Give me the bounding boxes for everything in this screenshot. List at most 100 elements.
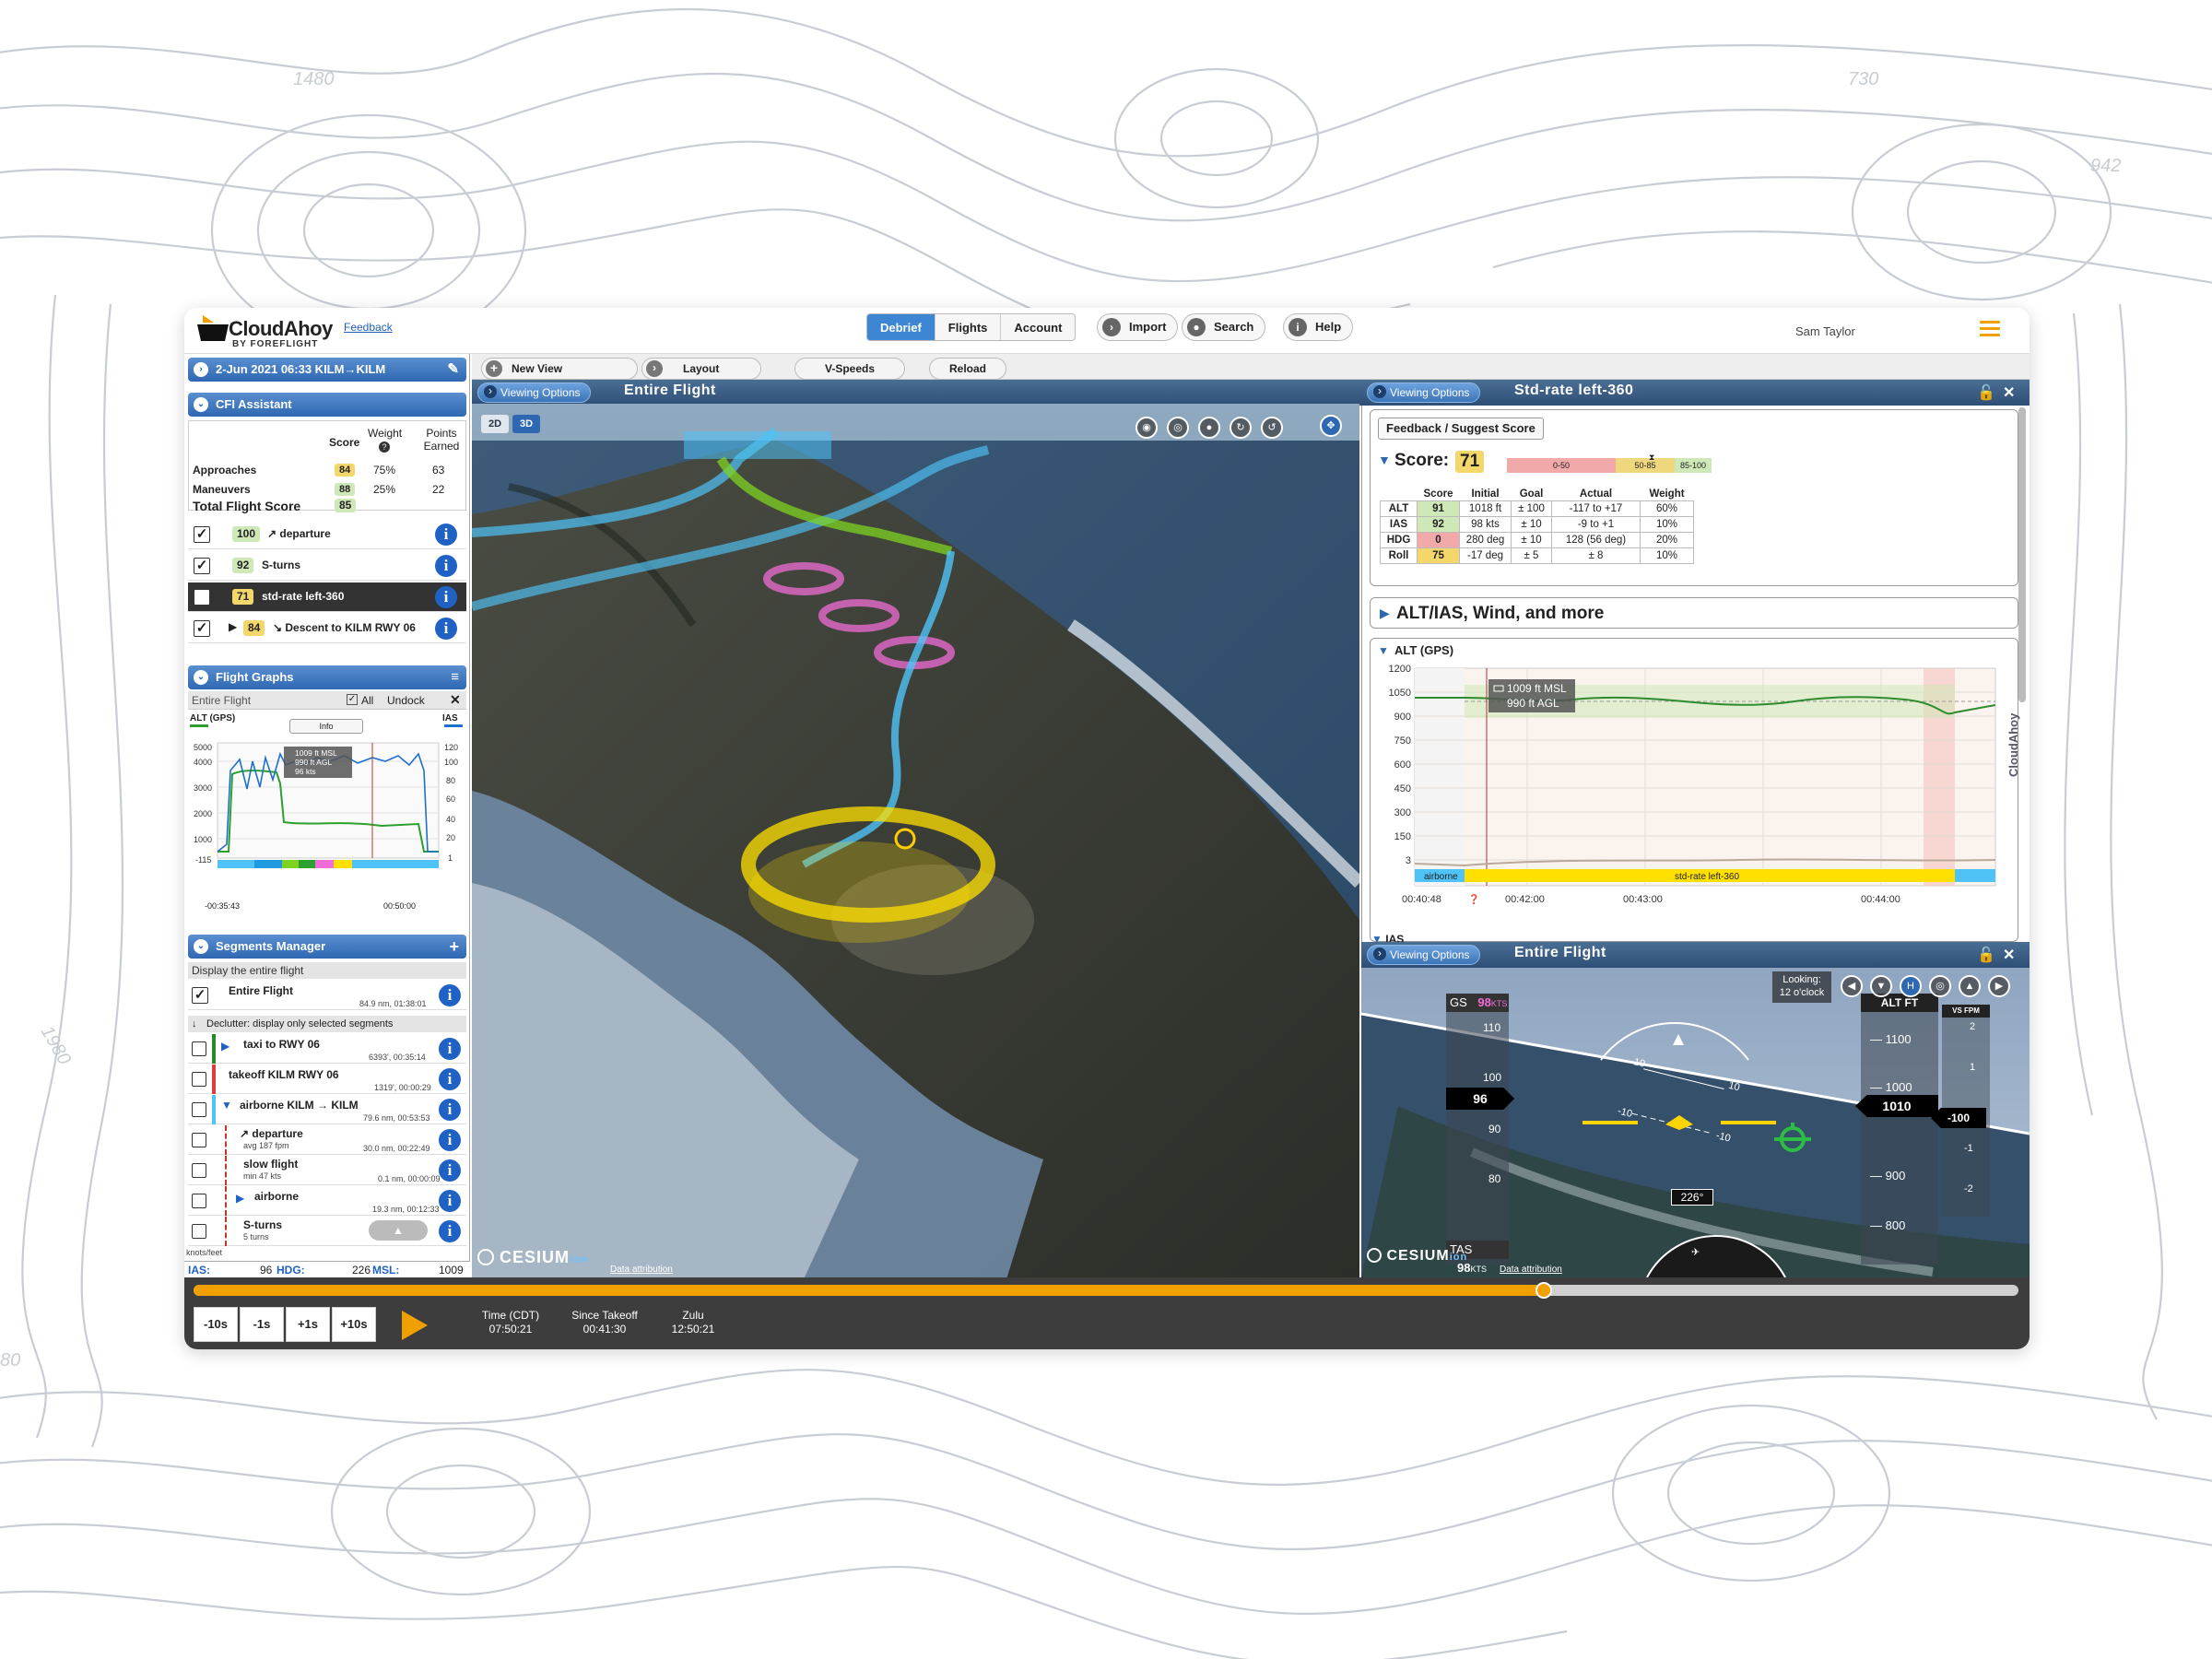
pfd-view[interactable]: 10 10 -10 -10 ✈ GS 98KTS 110 100 90 80 9… xyxy=(1361,968,2030,1277)
info-icon[interactable]: i xyxy=(439,1159,461,1182)
collapse-triangle-icon[interactable]: ▼ xyxy=(221,1099,232,1112)
segment-row[interactable]: slow flight min 47 kts 0.1 nm, 00:00:09 … xyxy=(188,1156,466,1185)
info-icon[interactable]: i xyxy=(439,984,461,1006)
checkbox[interactable] xyxy=(192,1194,206,1208)
segment-entire-flight[interactable]: ✓ Entire Flight 84.9 nm, 01:38:01 i xyxy=(188,981,466,1010)
edit-pencil-icon[interactable]: ✎ xyxy=(447,358,459,382)
segment-row[interactable]: ▶ airborne 19.3 nm, 00:12:33 i xyxy=(188,1186,466,1216)
back-1s-button[interactable]: -1s xyxy=(240,1307,284,1342)
checkbox-checked[interactable]: ✓ xyxy=(194,526,210,543)
info-icon[interactable]: i xyxy=(435,586,457,608)
camera-down-icon[interactable]: ▼ xyxy=(1870,975,1892,997)
new-view-button[interactable]: + New View xyxy=(481,358,638,380)
info-icon[interactable]: i xyxy=(439,1038,461,1060)
timeline-track[interactable] xyxy=(194,1282,2018,1299)
view-3d-button[interactable]: 3D xyxy=(512,415,540,433)
checkbox-checked[interactable]: ✓ xyxy=(192,987,208,1004)
camera-right-icon[interactable]: ▶ xyxy=(1988,975,2010,997)
score-view-scrollbar[interactable] xyxy=(2018,407,2026,702)
collapse-triangle-icon[interactable]: ▼ xyxy=(1378,453,1391,467)
alt-ias-section-header[interactable]: ▶ ALT/IAS, Wind, and more xyxy=(1370,597,2018,629)
close-icon[interactable]: ✕ xyxy=(2003,946,2015,964)
info-icon[interactable]: i xyxy=(435,524,457,546)
info-icon[interactable]: i xyxy=(439,1220,461,1242)
tab-debrief[interactable]: Debrief xyxy=(867,314,935,340)
viewing-options-button[interactable]: Viewing Options xyxy=(1367,382,1480,403)
info-icon[interactable]: i xyxy=(439,1190,461,1212)
info-button[interactable]: Info xyxy=(289,719,363,734)
segment-row[interactable]: ▼ airborne KILM → KILM 79.6 nm, 00:53:53… xyxy=(188,1095,466,1124)
hamburger-menu-icon[interactable] xyxy=(1980,321,2000,337)
data-attribution-link[interactable]: Data attribution xyxy=(1500,1265,1562,1275)
feedback-suggest-score-button[interactable]: Feedback / Suggest Score xyxy=(1378,418,1544,440)
viewing-options-button[interactable]: Viewing Options xyxy=(1367,945,1480,965)
reload-button[interactable]: Reload xyxy=(929,358,1006,380)
info-icon[interactable]: i xyxy=(439,1129,461,1151)
timeline-thumb[interactable] xyxy=(1535,1282,1553,1299)
checkbox[interactable] xyxy=(192,1224,206,1239)
all-checkbox[interactable]: ✓ xyxy=(347,694,358,705)
lock-icon[interactable]: 🔓 xyxy=(1977,383,1995,402)
flight-graphs-header[interactable]: ⌄ Flight Graphs ≡ xyxy=(188,665,466,689)
cfi-assistant-header[interactable]: ⌄ CFI Assistant xyxy=(188,393,466,417)
ias-section-label[interactable]: ▼ IAS xyxy=(1371,933,1404,942)
crosshair-icon[interactable]: ✥ xyxy=(1320,415,1342,437)
info-icon[interactable]: i xyxy=(439,1068,461,1090)
menu-lines-icon[interactable]: ≡ xyxy=(451,665,459,689)
camera-top-icon[interactable]: ◉ xyxy=(1135,417,1158,439)
collapse-triangle-icon[interactable]: ▼ xyxy=(1378,644,1389,657)
info-icon[interactable]: i xyxy=(435,618,457,640)
flight-graph[interactable]: 5000 4000 3000 2000 1000 -115 120 100 80… xyxy=(188,734,466,872)
graph-range-select[interactable]: Entire Flight xyxy=(192,694,251,707)
checkbox-checked[interactable]: ✓ xyxy=(194,558,210,574)
segment-row[interactable]: S-turns 5 turns ▲ i xyxy=(188,1217,466,1246)
search-button[interactable]: ● Search xyxy=(1182,313,1266,341)
segment-row[interactable]: ↗ departure avg 187 fpm 30.0 nm, 00:22:4… xyxy=(188,1125,466,1155)
viewing-options-button[interactable]: Viewing Options xyxy=(477,382,591,403)
forward-10s-button[interactable]: +10s xyxy=(332,1307,376,1342)
checkbox[interactable] xyxy=(192,1072,206,1087)
segment-row[interactable]: takeoff KILM RWY 06 1319', 00:00:29 i xyxy=(188,1065,466,1094)
info-icon[interactable]: i xyxy=(439,1099,461,1121)
alt-gps-chart[interactable]: 1009 ft MSL 990 ft AGL 1200 1050 900 750… xyxy=(1371,661,2019,910)
cfi-item-selected[interactable]: ✓ 71 std-rate left-360 i xyxy=(188,582,466,612)
help-button[interactable]: i Help xyxy=(1283,313,1354,341)
camera-home-icon[interactable]: H xyxy=(1900,975,1922,997)
back-10s-button[interactable]: -10s xyxy=(194,1307,238,1342)
cfi-item[interactable]: ✓ 100 ↗ departure i xyxy=(188,520,466,549)
checkbox-checked[interactable]: ✓ xyxy=(194,589,210,606)
tab-account[interactable]: Account xyxy=(1001,314,1075,340)
layout-button[interactable]: › Layout xyxy=(641,358,761,380)
help-icon[interactable]: ? xyxy=(379,441,390,453)
camera-rotate-icon[interactable]: ↻ xyxy=(1230,417,1252,439)
3d-flight-map[interactable]: 2D 3D ◉ ◎ ● ↻ ↺ ✥ CESIUMion Data attribu… xyxy=(472,404,1359,1279)
expand-triangle-icon[interactable]: ▶ xyxy=(236,1192,244,1205)
camera-up-icon[interactable]: ▲ xyxy=(1959,975,1981,997)
scroll-up-button[interactable]: ▲ xyxy=(369,1220,428,1241)
data-attribution-link[interactable]: Data attribution xyxy=(610,1265,673,1275)
info-icon[interactable]: i xyxy=(435,555,457,577)
cfi-item[interactable]: ✓ 92 S-turns i xyxy=(188,551,466,581)
checkbox[interactable] xyxy=(192,1133,206,1147)
vspeeds-button[interactable]: V-Speeds xyxy=(794,358,905,380)
view-2d-button[interactable]: 2D xyxy=(481,415,509,433)
play-icon[interactable] xyxy=(402,1311,428,1340)
flight-header[interactable]: › 2-Jun 2021 06:33 KILM→KILM ✎ xyxy=(188,358,466,382)
camera-left-icon[interactable]: ◀ xyxy=(1841,975,1863,997)
feedback-link[interactable]: Feedback xyxy=(344,321,393,334)
checkbox[interactable] xyxy=(192,1102,206,1117)
close-icon[interactable]: ✕ xyxy=(2003,383,2015,402)
undock-button[interactable]: Undock xyxy=(387,694,425,707)
checkbox[interactable] xyxy=(192,1163,206,1178)
user-name[interactable]: Sam Taylor xyxy=(1795,324,1855,338)
expand-triangle-icon[interactable]: ▶ xyxy=(229,620,237,633)
camera-stop-icon[interactable]: ● xyxy=(1198,417,1220,439)
import-button[interactable]: › Import xyxy=(1097,313,1179,341)
camera-reset-icon[interactable]: ↺ xyxy=(1261,417,1283,439)
cfi-item[interactable]: ✓ ▶ 84 ↘ Descent to KILM RWY 06 i xyxy=(188,614,466,643)
segment-row[interactable]: ▶ taxi to RWY 06 6393', 00:35:14 i xyxy=(188,1034,466,1064)
checkbox[interactable] xyxy=(192,1041,206,1056)
expand-triangle-icon[interactable]: ▶ xyxy=(221,1040,229,1053)
forward-1s-button[interactable]: +1s xyxy=(286,1307,330,1342)
close-icon[interactable]: ✕ xyxy=(450,692,461,708)
